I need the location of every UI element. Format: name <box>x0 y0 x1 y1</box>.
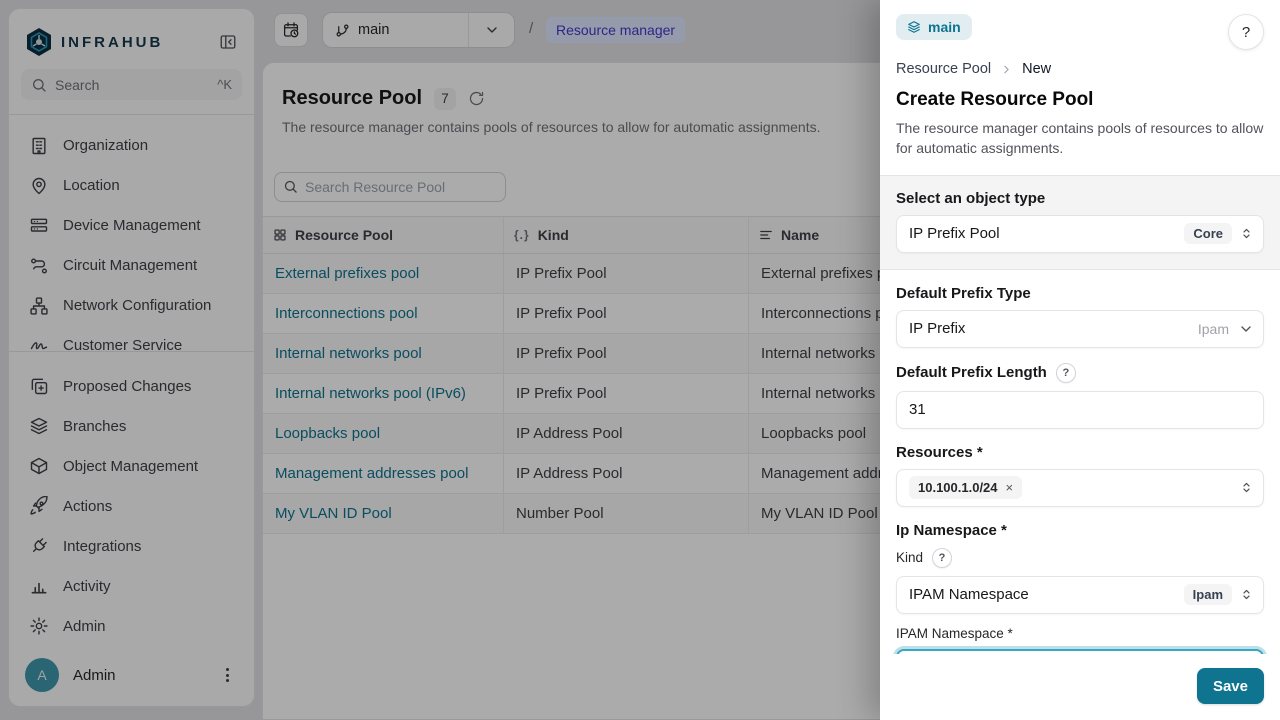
default-prefix-type-select[interactable]: IP Prefix Ipam <box>896 310 1264 348</box>
field-label-default-prefix-length: Default Prefix Length ? <box>896 363 1264 383</box>
core-badge: Core <box>1184 223 1232 244</box>
breadcrumb-parent[interactable]: Resource Pool <box>896 61 991 77</box>
object-type-section: Select an object type IP Prefix Pool Cor… <box>880 175 1280 270</box>
field-label-ipam-namespace: IPAM Namespace * <box>896 626 1264 641</box>
resources-multiselect[interactable]: 10.100.1.0/24 × <box>896 469 1264 507</box>
drawer-branch-badge[interactable]: main <box>896 14 972 40</box>
breadcrumb-current: New <box>1022 61 1051 77</box>
drawer-subtitle: The resource manager contains pools of r… <box>896 118 1264 159</box>
kind-select[interactable]: IPAM Namespace Ipam <box>896 576 1264 614</box>
field-label-kind: Kind ? <box>896 548 1264 568</box>
help-icon[interactable]: ? <box>932 548 952 568</box>
chevrons-up-down-icon <box>1239 587 1254 602</box>
resource-chip: 10.100.1.0/24 × <box>909 476 1022 499</box>
default-prefix-length-input[interactable] <box>896 391 1264 429</box>
chip-remove-icon[interactable]: × <box>1006 480 1014 495</box>
chevrons-up-down-icon <box>1239 480 1254 495</box>
object-type-select[interactable]: IP Prefix Pool Core <box>896 215 1264 253</box>
ipam-badge: Ipam <box>1184 584 1232 605</box>
drawer-breadcrumb: Resource Pool New <box>896 61 1264 77</box>
namespace-hint: Ipam <box>1198 321 1229 337</box>
layers-icon <box>907 20 921 34</box>
chevron-right-icon <box>1000 63 1013 76</box>
save-button[interactable]: Save <box>1197 668 1264 704</box>
chevron-down-icon <box>1238 321 1254 337</box>
field-label-resources: Resources * <box>896 444 1264 461</box>
field-label-ip-namespace: Ip Namespace * <box>896 522 1264 539</box>
chevrons-up-down-icon <box>1239 226 1254 241</box>
field-label-default-prefix-type: Default Prefix Type <box>896 285 1264 302</box>
create-resource-pool-drawer: main ? Resource Pool New Create Resource… <box>880 0 1280 720</box>
object-type-label: Select an object type <box>896 190 1264 207</box>
help-icon[interactable]: ? <box>1056 363 1076 383</box>
help-button[interactable]: ? <box>1228 14 1264 50</box>
drawer-title: Create Resource Pool <box>896 89 1264 111</box>
drawer-form: Default Prefix Type IP Prefix Ipam Defau… <box>880 270 1280 654</box>
